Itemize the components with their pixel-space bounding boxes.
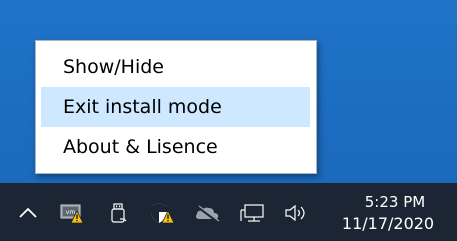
network-icon[interactable] bbox=[240, 202, 266, 224]
svg-text:vm: vm bbox=[66, 209, 76, 216]
menu-item-exit-install-mode[interactable]: Exit install mode bbox=[41, 87, 310, 127]
onedrive-icon[interactable] bbox=[194, 202, 222, 224]
vm-warning-icon[interactable]: vm bbox=[60, 202, 84, 224]
menu-item-show-hide[interactable]: Show/Hide bbox=[41, 47, 310, 87]
volume-icon[interactable] bbox=[284, 202, 312, 224]
menu-item-about-license[interactable]: About & Lisence bbox=[41, 127, 310, 167]
taskbar: vm 5:23 PM 11/17/2020 bbox=[0, 183, 457, 241]
tray-context-menu: Show/Hide Exit install mode About & Lise… bbox=[35, 40, 317, 174]
chevron-up-icon[interactable] bbox=[16, 202, 40, 224]
clock-date: 11/17/2020 bbox=[341, 214, 435, 233]
taskbar-clock[interactable]: 5:23 PM 11/17/2020 bbox=[327, 191, 449, 235]
usb-icon[interactable] bbox=[108, 202, 130, 224]
clock-time: 5:23 PM bbox=[364, 193, 426, 211]
shield-warning-icon[interactable] bbox=[148, 202, 174, 224]
